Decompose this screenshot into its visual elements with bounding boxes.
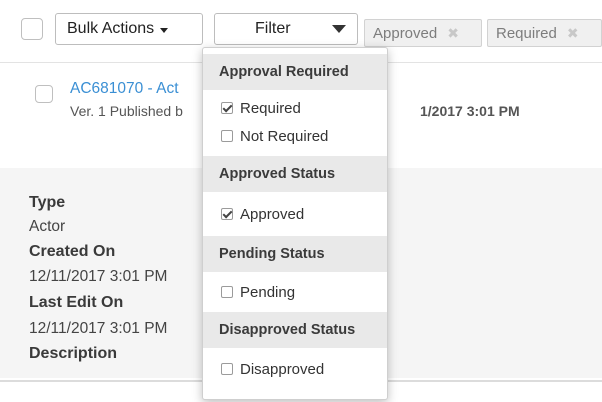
type-value: Actor bbox=[29, 218, 66, 235]
created-on-label: Created On bbox=[29, 243, 116, 260]
bulk-actions-button[interactable]: Bulk Actions bbox=[55, 13, 203, 45]
filter-tag-label: Approved bbox=[373, 24, 438, 42]
filter-tag-label: Required bbox=[496, 24, 557, 42]
chevron-down-icon bbox=[332, 25, 346, 33]
checkbox-icon[interactable] bbox=[221, 286, 233, 298]
option-label: Pending bbox=[240, 283, 296, 301]
filter-option-pending[interactable]: Pending bbox=[221, 281, 295, 303]
option-label: Not Required bbox=[240, 127, 329, 145]
last-edit-value: 12/11/2017 3:01 PM bbox=[29, 320, 168, 337]
checkbox-checked-icon[interactable] bbox=[221, 102, 233, 114]
checkbox-icon[interactable] bbox=[221, 363, 233, 375]
select-all-checkbox[interactable] bbox=[21, 18, 43, 40]
section-title: Pending Status bbox=[219, 246, 325, 262]
filter-option-required[interactable]: Required bbox=[221, 97, 301, 119]
filter-button[interactable]: Filter bbox=[214, 13, 358, 45]
filter-label: Filter bbox=[255, 20, 291, 37]
type-label: Type bbox=[29, 194, 66, 211]
close-icon[interactable]: ✖ bbox=[447, 25, 459, 42]
option-label: Required bbox=[240, 99, 301, 117]
section-header-approved-status: Approved Status bbox=[203, 156, 387, 192]
section-header-pending-status: Pending Status bbox=[203, 236, 387, 272]
row-checkbox[interactable] bbox=[35, 85, 53, 103]
caret-down-icon bbox=[160, 27, 169, 33]
bulk-actions-label: Bulk Actions bbox=[67, 20, 155, 37]
section-title: Disapproved Status bbox=[219, 322, 356, 338]
option-label: Approved bbox=[240, 205, 305, 223]
section-title: Approved Status bbox=[219, 166, 336, 182]
section-header-disapproved-status: Disapproved Status bbox=[203, 312, 387, 348]
filter-option-disapproved[interactable]: Disapproved bbox=[221, 358, 324, 380]
close-icon[interactable]: ✖ bbox=[567, 25, 579, 42]
list-item-subtitle: Ver. 1 Published b bbox=[70, 103, 183, 119]
checkbox-checked-icon[interactable] bbox=[221, 208, 233, 220]
list-item-title[interactable]: AC681070 - Act bbox=[70, 80, 179, 98]
filter-option-approved[interactable]: Approved bbox=[221, 203, 304, 225]
filter-tag-approved: Approved ✖ bbox=[364, 19, 482, 47]
section-title: Approval Required bbox=[219, 64, 349, 80]
filter-dropdown-menu: Approval Required Required Not Required … bbox=[202, 47, 388, 400]
section-header-approval-required: Approval Required bbox=[203, 54, 387, 90]
filter-tag-required: Required ✖ bbox=[487, 19, 602, 47]
filter-option-not-required[interactable]: Not Required bbox=[221, 125, 328, 147]
list-item-date: 1/2017 3:01 PM bbox=[420, 103, 520, 119]
created-on-value: 12/11/2017 3:01 PM bbox=[29, 268, 168, 285]
option-label: Disapproved bbox=[240, 360, 325, 378]
description-label: Description bbox=[29, 345, 118, 362]
last-edit-label: Last Edit On bbox=[29, 294, 124, 311]
checkbox-icon[interactable] bbox=[221, 130, 233, 142]
